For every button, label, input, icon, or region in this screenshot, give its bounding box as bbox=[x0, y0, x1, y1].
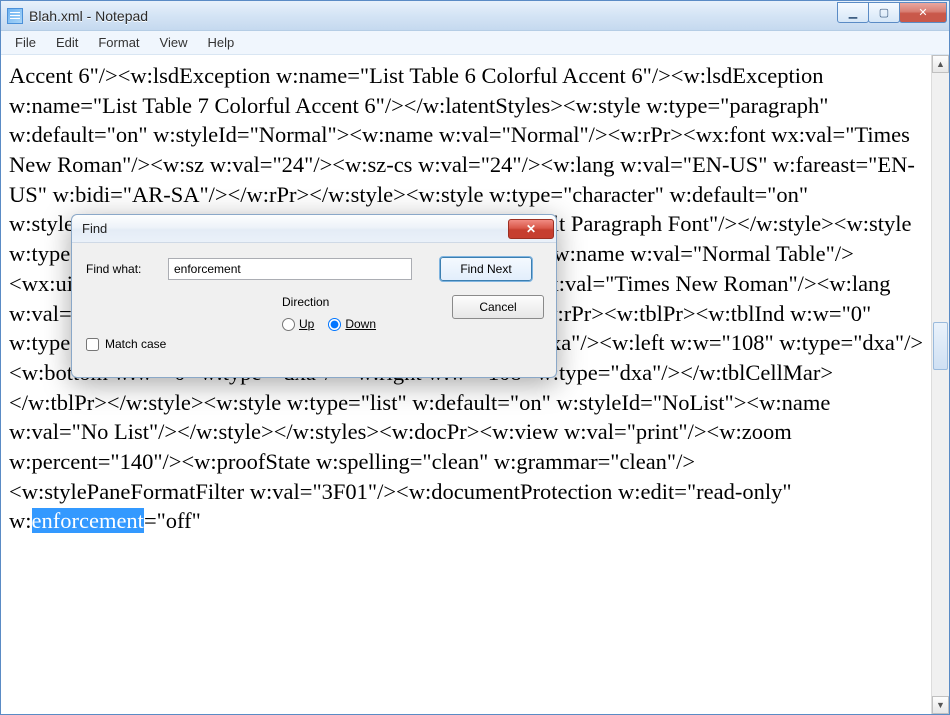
maximize-icon: ▢ bbox=[879, 6, 889, 19]
scroll-track[interactable] bbox=[932, 73, 949, 696]
minimize-icon: ▁ bbox=[849, 6, 857, 19]
minimize-button[interactable]: ▁ bbox=[837, 2, 869, 23]
scroll-down-button[interactable]: ▼ bbox=[932, 696, 949, 714]
scroll-thumb[interactable] bbox=[933, 322, 948, 370]
menu-view[interactable]: View bbox=[150, 33, 198, 52]
direction-down-input[interactable] bbox=[328, 318, 341, 331]
direction-up-radio[interactable]: Up bbox=[282, 317, 314, 331]
find-options-row: Direction Up Down Cancel bbox=[86, 295, 544, 331]
direction-up-input[interactable] bbox=[282, 318, 295, 331]
find-dialog-body: Find what: Find Next Direction Up bbox=[72, 243, 556, 361]
direction-label: Direction bbox=[282, 295, 376, 309]
direction-group: Direction Up Down bbox=[282, 295, 376, 331]
cancel-label: Cancel bbox=[479, 300, 516, 314]
scroll-up-button[interactable]: ▲ bbox=[932, 55, 949, 73]
selection-highlight: enforcement bbox=[32, 508, 144, 533]
find-dialog-close-button[interactable]: ✕ bbox=[508, 219, 554, 239]
find-dialog-titlebar[interactable]: Find ✕ bbox=[72, 215, 556, 243]
find-dialog: Find ✕ Find what: Find Next Direction bbox=[71, 214, 557, 378]
menubar: File Edit Format View Help bbox=[1, 31, 949, 55]
match-case-label: Match case bbox=[105, 337, 166, 351]
window-title: Blah.xml - Notepad bbox=[29, 8, 838, 24]
menu-format[interactable]: Format bbox=[88, 33, 149, 52]
find-dialog-title: Find bbox=[82, 221, 107, 236]
notepad-window: Blah.xml - Notepad ▁ ▢ ✕ File Edit Forma… bbox=[0, 0, 950, 715]
find-next-label: Find Next bbox=[460, 262, 511, 276]
titlebar[interactable]: Blah.xml - Notepad ▁ ▢ ✕ bbox=[1, 1, 949, 31]
close-icon: ✕ bbox=[918, 6, 927, 19]
cancel-button[interactable]: Cancel bbox=[452, 295, 544, 319]
text-after: ="off" bbox=[144, 508, 201, 533]
vertical-scrollbar[interactable]: ▲ ▼ bbox=[931, 55, 949, 714]
match-case-checkbox[interactable] bbox=[86, 338, 99, 351]
find-next-button[interactable]: Find Next bbox=[440, 257, 532, 281]
maximize-button[interactable]: ▢ bbox=[868, 2, 900, 23]
menu-help[interactable]: Help bbox=[197, 33, 244, 52]
window-controls: ▁ ▢ ✕ bbox=[838, 2, 947, 23]
find-what-label: Find what: bbox=[86, 262, 158, 276]
find-row: Find what: Find Next bbox=[86, 257, 544, 281]
notepad-icon bbox=[7, 8, 23, 24]
direction-up-label: Up bbox=[299, 317, 314, 331]
menu-edit[interactable]: Edit bbox=[46, 33, 88, 52]
editor-text[interactable]: Accent 6"/><w:lsdException w:name="List … bbox=[1, 55, 931, 714]
find-what-input[interactable] bbox=[168, 258, 412, 280]
editor-area: Accent 6"/><w:lsdException w:name="List … bbox=[1, 55, 949, 714]
direction-down-label: Down bbox=[345, 317, 376, 331]
direction-down-radio[interactable]: Down bbox=[328, 317, 376, 331]
close-icon: ✕ bbox=[526, 222, 536, 236]
close-button[interactable]: ✕ bbox=[899, 2, 947, 23]
menu-file[interactable]: File bbox=[5, 33, 46, 52]
match-case-row: Match case bbox=[86, 337, 544, 351]
